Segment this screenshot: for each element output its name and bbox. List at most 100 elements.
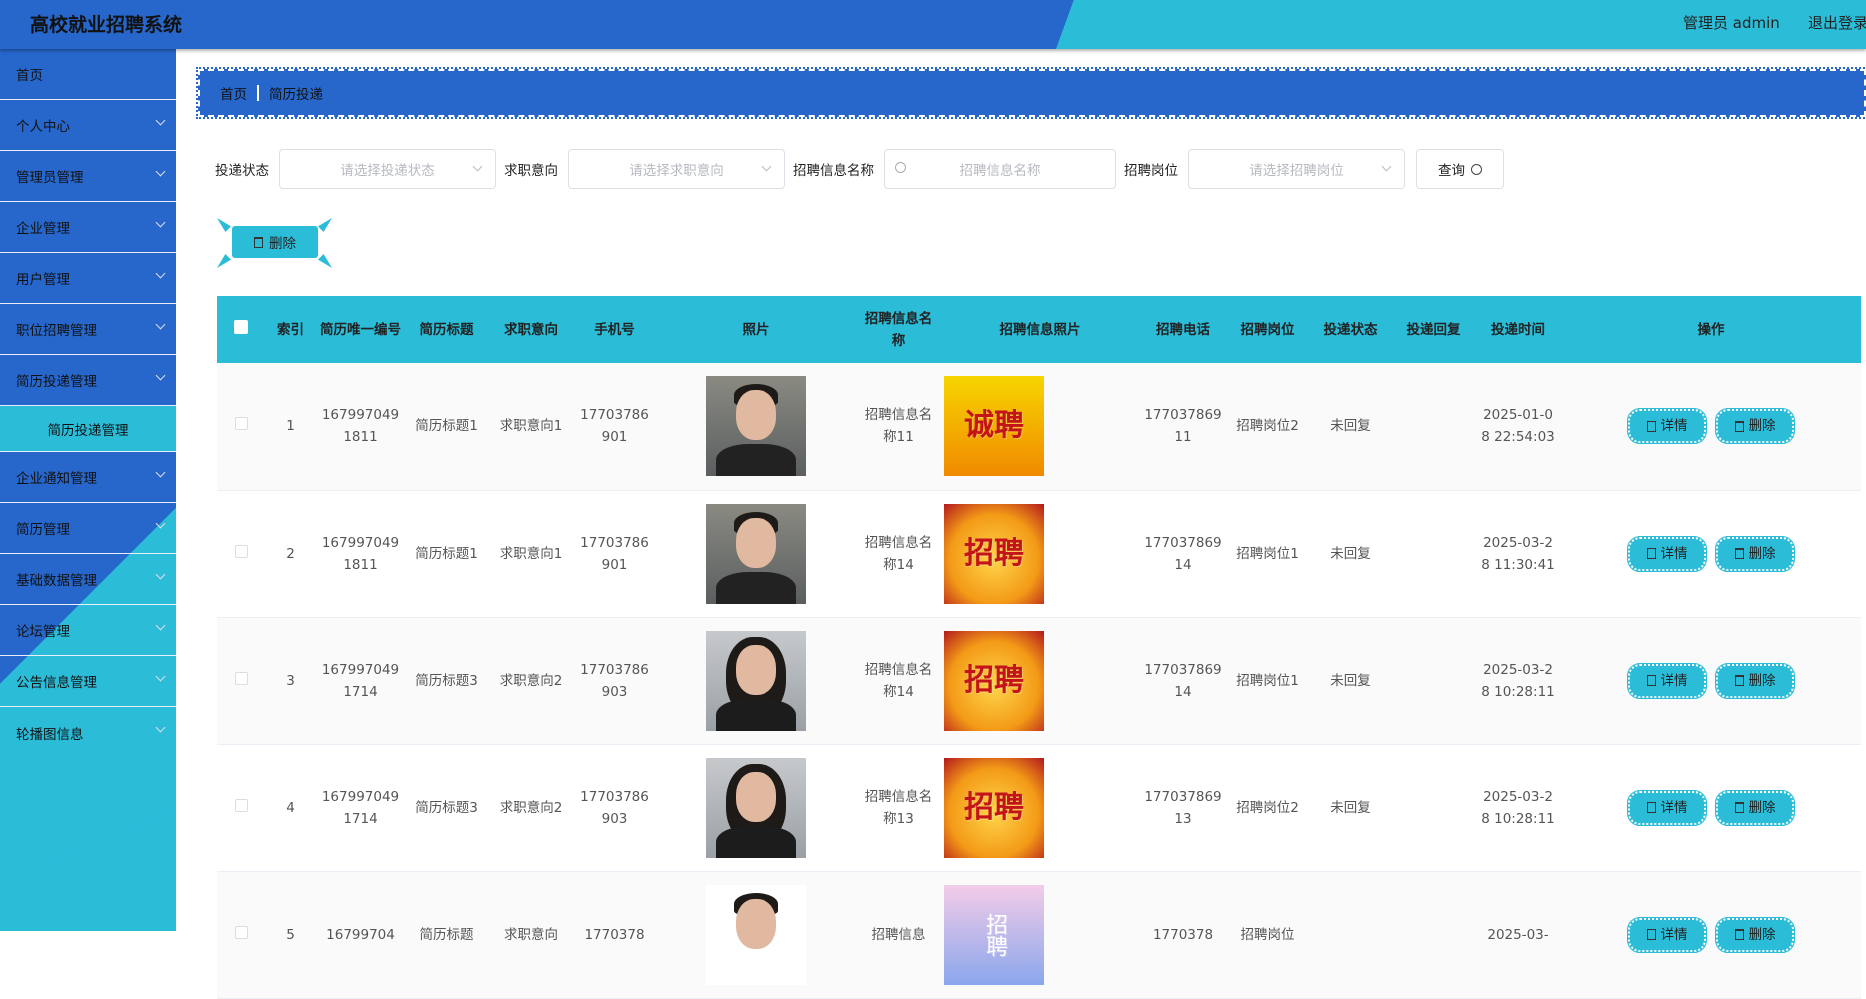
sidebar-item[interactable]: 个人中心 xyxy=(0,100,176,151)
recruit-poster-image[interactable]: 招聘 xyxy=(944,503,1044,604)
resume-photo[interactable] xyxy=(706,503,806,604)
detail-button[interactable]: 详情 xyxy=(1627,535,1707,572)
delete-label: 删除 xyxy=(1748,799,1776,816)
cell-photo xyxy=(655,617,857,745)
breadcrumb-home[interactable]: 首页 xyxy=(220,83,247,103)
column-header: 照片 xyxy=(655,296,857,363)
cell-reply xyxy=(1392,363,1475,491)
delete-button[interactable]: 删除 xyxy=(1715,789,1795,826)
sidebar-item[interactable]: 简历管理 xyxy=(0,503,176,554)
row-select[interactable] xyxy=(217,871,265,999)
sidebar-item-label: 简历投递管理 xyxy=(47,422,129,439)
document-icon xyxy=(1646,548,1656,559)
delete-button[interactable]: 删除 xyxy=(1715,408,1795,445)
select-all-checkbox[interactable] xyxy=(234,319,248,334)
trash-icon xyxy=(1734,420,1744,432)
cell-uid: 1679970491811 xyxy=(316,490,405,618)
sidebar-item[interactable]: 轮播图信息 xyxy=(0,707,176,758)
delete-button[interactable]: 删除 xyxy=(1715,535,1795,572)
sidebar-item[interactable]: 简历投递管理 xyxy=(0,355,176,406)
sidebar-item[interactable]: 论坛管理 xyxy=(0,605,176,656)
cell-phone: 17703786903 xyxy=(574,617,655,745)
row-select[interactable] xyxy=(217,490,265,618)
row-select[interactable] xyxy=(217,617,265,745)
column-header: 招聘岗位 xyxy=(1226,296,1309,363)
delete-label: 删除 xyxy=(1748,926,1776,943)
name-input[interactable]: 招聘信息名称 xyxy=(884,149,1116,189)
table-row: 5 16799704 简历标题 求职意向 1770378 招聘信息 招聘 1770378 招聘岗… xyxy=(217,871,1861,999)
sidebar-item[interactable]: 企业通知管理 xyxy=(0,452,176,503)
row-checkbox[interactable] xyxy=(234,544,248,558)
select-all-header[interactable] xyxy=(217,296,265,363)
cell-index: 5 xyxy=(265,871,316,999)
resume-photo[interactable] xyxy=(706,757,806,858)
detail-label: 详情 xyxy=(1660,926,1688,943)
resume-photo[interactable] xyxy=(706,884,806,985)
breadcrumb-current: 简历投递 xyxy=(269,87,323,103)
column-header: 招聘信息照片 xyxy=(940,296,1140,363)
recruit-poster-image[interactable]: 招聘 xyxy=(944,757,1044,858)
sidebar-item[interactable]: 公告信息管理 xyxy=(0,656,176,707)
column-header: 投递时间 xyxy=(1475,296,1561,363)
sidebar: 首页 个人中心 管理员管理 企业管理 用户管理 职位招聘管理 简历投递管理 简历投递管理 企业通… xyxy=(0,49,176,931)
row-select[interactable] xyxy=(217,363,265,491)
logout-link[interactable]: 退出登录 xyxy=(1808,12,1866,33)
column-header: 招聘电话 xyxy=(1140,296,1226,363)
sidebar-item[interactable]: 企业管理 xyxy=(0,202,176,253)
resume-photo[interactable] xyxy=(706,630,806,731)
chevron-down-icon xyxy=(761,161,772,172)
app-title: 高校就业招聘系统 xyxy=(30,14,183,36)
cell-photo xyxy=(655,871,857,999)
sidebar-item[interactable]: 首页 xyxy=(0,49,176,100)
query-button[interactable]: 查询 xyxy=(1416,149,1504,189)
position-select[interactable]: 请选择招聘岗位 xyxy=(1188,149,1405,189)
batch-delete-button[interactable]: 删除 xyxy=(232,226,318,258)
column-header: 投递状态 xyxy=(1309,296,1392,363)
sidebar-item[interactable]: 职位招聘管理 xyxy=(0,304,176,355)
sidebar-subitem[interactable]: 简历投递管理 xyxy=(0,406,176,452)
sidebar-item[interactable]: 管理员管理 xyxy=(0,151,176,202)
cell-reply xyxy=(1392,744,1475,872)
detail-label: 详情 xyxy=(1660,545,1688,562)
cell-reply xyxy=(1392,871,1475,999)
sidebar-item-label: 职位招聘管理 xyxy=(16,323,97,339)
sidebar-item-label: 论坛管理 xyxy=(16,624,70,640)
cell-title: 简历标题3 xyxy=(405,744,488,872)
sidebar-item-label: 简历管理 xyxy=(16,522,70,538)
detail-button[interactable]: 详情 xyxy=(1627,916,1707,953)
sidebar-item[interactable]: 用户管理 xyxy=(0,253,176,304)
cell-reply xyxy=(1392,617,1475,745)
status-placeholder: 请选择投递状态 xyxy=(340,163,435,179)
recruit-poster-image[interactable]: 招聘 xyxy=(944,630,1044,731)
cell-phone: 17703786901 xyxy=(574,490,655,618)
row-checkbox[interactable] xyxy=(234,925,248,939)
breadcrumb-separator xyxy=(257,85,259,101)
sidebar-item-label: 个人中心 xyxy=(16,119,70,135)
detail-button[interactable]: 详情 xyxy=(1627,408,1707,445)
sidebar-item-label: 简历投递管理 xyxy=(16,374,97,390)
position-placeholder: 请选择招聘岗位 xyxy=(1249,163,1344,179)
row-select[interactable] xyxy=(217,744,265,872)
status-select[interactable]: 请选择投递状态 xyxy=(279,149,496,189)
detail-button[interactable]: 详情 xyxy=(1627,662,1707,699)
sidebar-item-label: 企业管理 xyxy=(16,221,70,237)
delete-button[interactable]: 删除 xyxy=(1715,662,1795,699)
recruit-poster-image[interactable]: 诚聘 xyxy=(944,376,1044,477)
detail-button[interactable]: 详情 xyxy=(1627,789,1707,826)
delete-label: 删除 xyxy=(1748,418,1776,435)
recruit-poster-image[interactable]: 招聘 xyxy=(944,884,1044,985)
row-checkbox[interactable] xyxy=(234,417,248,431)
delete-button[interactable]: 删除 xyxy=(1715,916,1795,953)
column-header: 操作 xyxy=(1561,296,1861,363)
row-checkbox[interactable] xyxy=(234,798,248,812)
button-decoration xyxy=(318,254,332,268)
cell-actions: 详情 删除 xyxy=(1561,490,1861,618)
chevron-down-icon xyxy=(155,569,166,580)
table-header: 索引 简历唯一编号 简历标题 求职意向 手机号 照片 招聘信息名称 招聘信息照片 招聘电话 招聘岗… xyxy=(217,296,1861,363)
row-checkbox[interactable] xyxy=(234,671,248,685)
resume-photo[interactable] xyxy=(706,376,806,477)
table-row: 3 1679970491714 简历标题3 求职意向2 17703786903 招聘信息名… xyxy=(217,617,1861,745)
sidebar-item[interactable]: 基础数据管理 xyxy=(0,554,176,605)
intent-select[interactable]: 请选择求职意向 xyxy=(568,149,785,189)
cell-index: 3 xyxy=(265,617,316,745)
